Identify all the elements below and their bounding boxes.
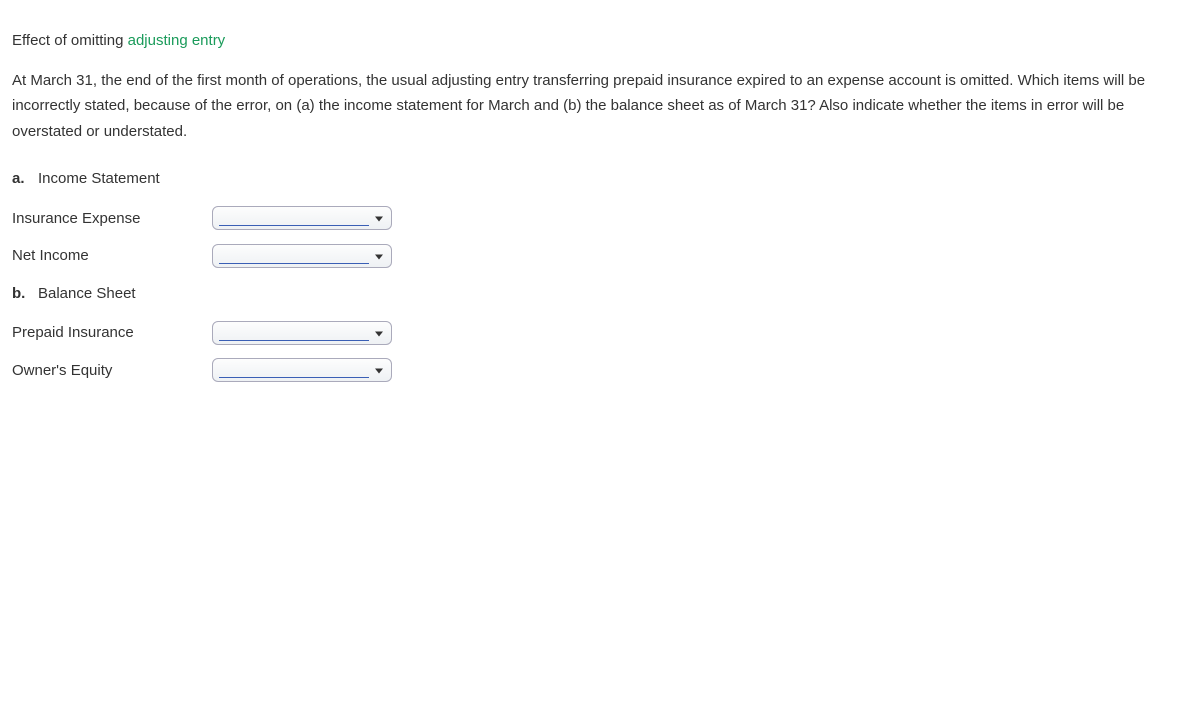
form-row-insurance-expense: Insurance Expense [12,206,1188,232]
net-income-label: Net Income [12,243,192,269]
owners-equity-select[interactable] [212,358,392,382]
form-row-net-income: Net Income [12,243,1188,269]
question-text: At March 31, the end of the first month … [12,68,1188,145]
section-b-label: Balance Sheet [38,281,136,307]
net-income-select[interactable] [212,244,392,268]
section-a-header: a. Income Statement [12,166,1188,192]
section-b-letter: b. [12,281,30,307]
insurance-expense-select[interactable] [212,206,392,230]
insurance-expense-label: Insurance Expense [12,206,192,232]
prepaid-insurance-select[interactable] [212,321,392,345]
title-link[interactable]: adjusting entry [128,32,226,49]
title-prefix: Effect of omitting [12,32,128,49]
section-b-header: b. Balance Sheet [12,281,1188,307]
form-row-owners-equity: Owner's Equity [12,358,1188,384]
form-row-prepaid-insurance: Prepaid Insurance [12,320,1188,346]
owners-equity-label: Owner's Equity [12,358,192,384]
section-a-label: Income Statement [38,166,160,192]
page-title: Effect of omitting adjusting entry [12,28,1188,54]
prepaid-insurance-label: Prepaid Insurance [12,320,192,346]
section-a-letter: a. [12,166,30,192]
